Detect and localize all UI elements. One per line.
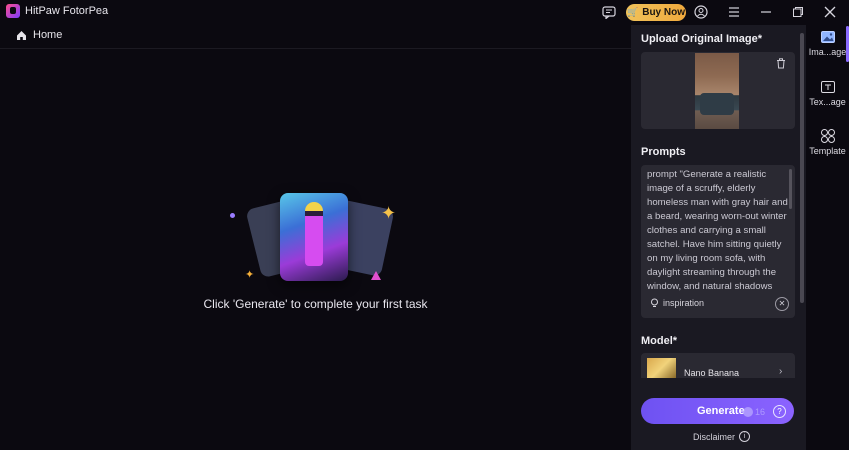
illustration-figure <box>305 202 323 266</box>
image-icon <box>820 31 835 43</box>
home-label: Home <box>33 29 63 41</box>
thumbnail-sofa <box>700 93 734 115</box>
disclaimer-label: Disclaimer <box>693 431 736 442</box>
menu-icon[interactable] <box>726 4 742 20</box>
rail-item-image-to-image[interactable]: Ima...age <box>806 29 849 57</box>
panel-scrollbar[interactable] <box>800 33 804 303</box>
clear-prompt-icon[interactable]: ✕ <box>775 297 789 311</box>
credit-count: 16 <box>755 407 766 417</box>
buy-now-button[interactable]: 🛒 Buy Now <box>626 4 686 21</box>
prompt-scrollbar[interactable] <box>789 169 792 209</box>
delete-image-icon[interactable] <box>776 58 788 70</box>
sparkle-icon: ✦ <box>381 203 397 223</box>
buy-now-label: Buy Now <box>642 7 685 18</box>
home-link[interactable]: Home <box>16 29 62 41</box>
inspiration-button[interactable]: inspiration <box>650 298 704 308</box>
cart-icon: 🛒 <box>627 7 639 17</box>
decor-triangle <box>371 271 381 280</box>
help-icon[interactable]: ? <box>773 405 786 418</box>
close-icon[interactable] <box>822 4 838 20</box>
title-bar <box>0 0 849 25</box>
model-title: Model* <box>641 335 678 347</box>
account-icon[interactable] <box>693 4 709 20</box>
rail-item-text-to-image[interactable]: Tex...age <box>806 79 849 107</box>
lightbulb-icon <box>651 298 658 307</box>
upload-title: Upload Original Image* <box>641 33 763 45</box>
info-icon: i <box>739 431 751 442</box>
rail-item-template[interactable]: Template <box>806 128 849 156</box>
rail-label-template: Template <box>809 146 846 156</box>
app-logo-cutout <box>10 7 16 14</box>
rail-label-text-to-image: Tex...age <box>809 97 846 107</box>
restore-icon[interactable] <box>790 4 806 20</box>
model-thumbnail <box>647 358 676 378</box>
decor-dot <box>230 213 235 218</box>
disclaimer-link[interactable]: Disclaimer i <box>693 431 751 442</box>
home-icon <box>17 30 26 40</box>
credit-icon <box>743 407 753 417</box>
inspiration-label: inspiration <box>663 298 705 308</box>
rail-label-image-to-image: Ima...age <box>808 47 847 57</box>
text-image-icon <box>820 81 835 93</box>
feedback-icon[interactable] <box>601 4 617 20</box>
chevron-right-icon: › <box>779 366 783 377</box>
prompt-text[interactable]: prompt "Generate a realistic image of a … <box>647 168 789 294</box>
sparkle-small-icon: ✦ <box>245 269 255 281</box>
empty-state-message: Click 'Generate' to complete your first … <box>203 297 428 311</box>
generate-label: Generate <box>697 405 745 417</box>
model-name: Nano Banana <box>684 368 740 378</box>
app-title: HitPaw FotorPea <box>25 5 109 17</box>
template-grid-icon <box>820 129 835 143</box>
prompts-title: Prompts <box>641 146 686 158</box>
minimize-icon[interactable] <box>758 4 774 20</box>
uploaded-image-thumbnail <box>695 53 739 129</box>
header-divider <box>0 48 631 49</box>
